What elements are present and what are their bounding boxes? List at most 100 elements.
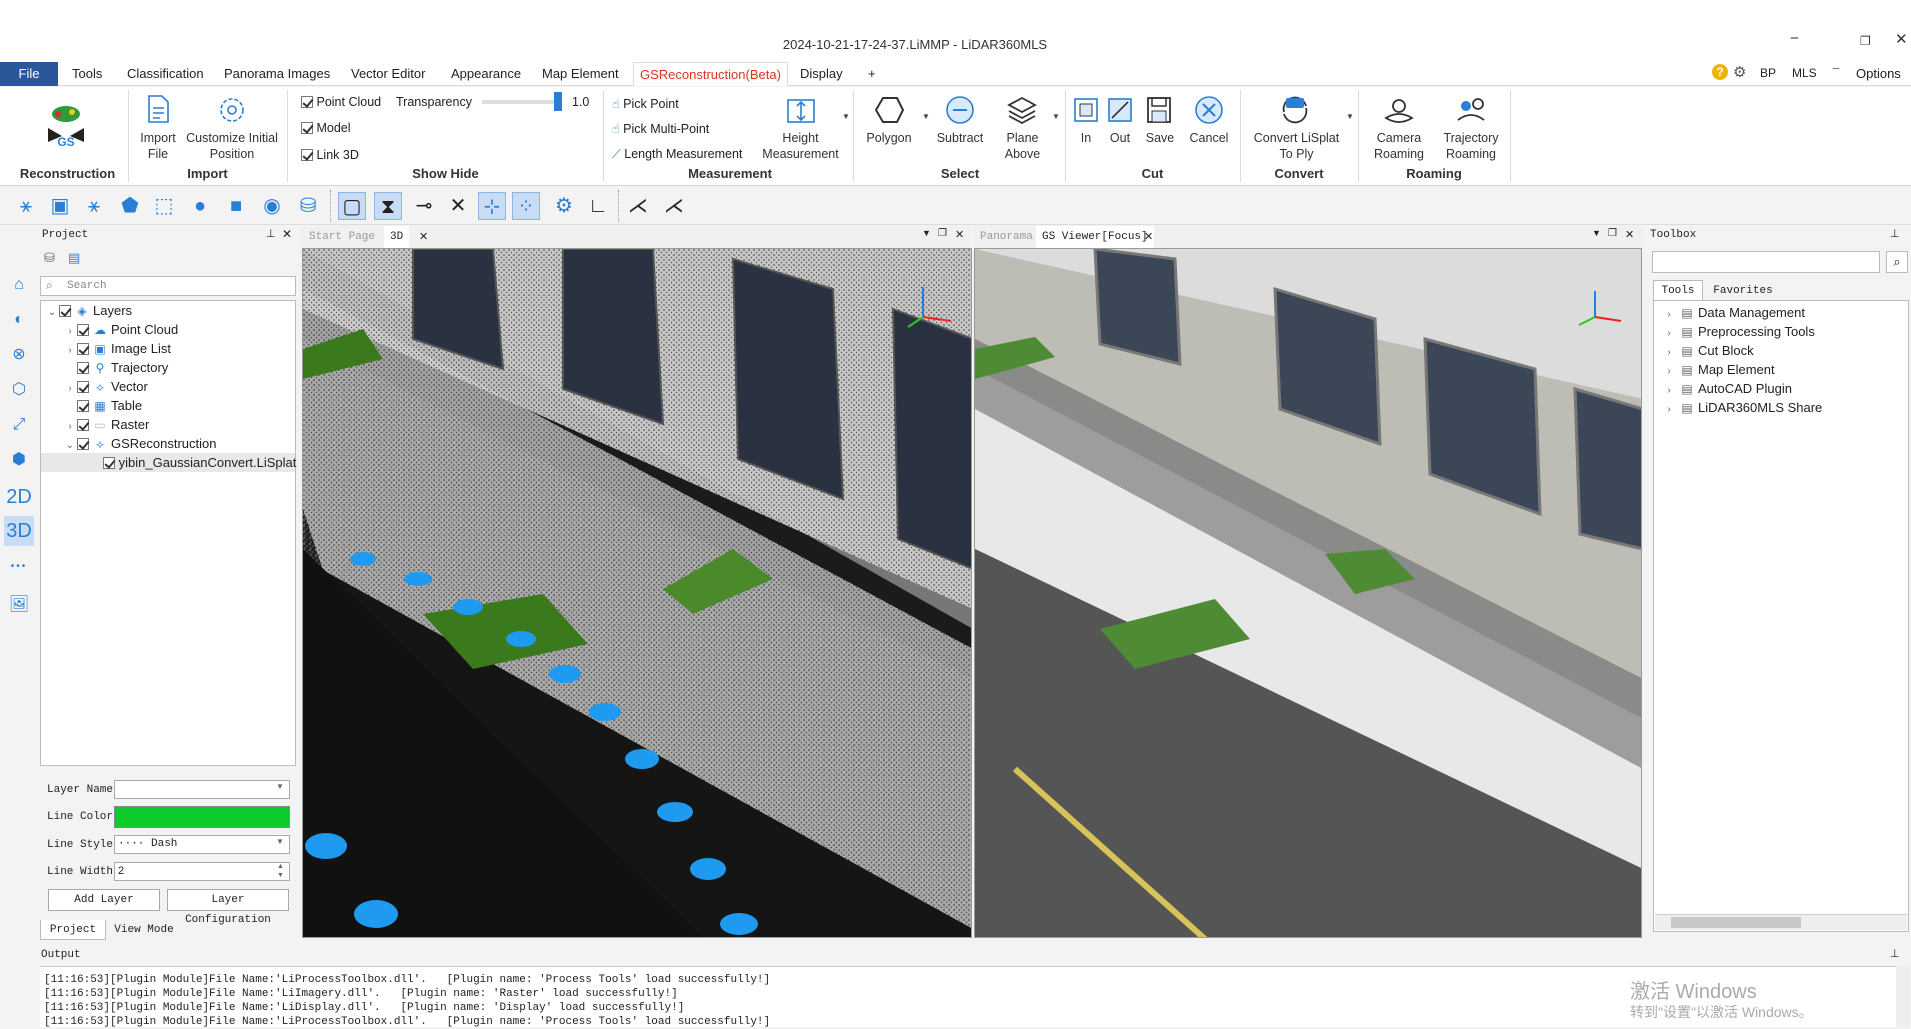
close-tab-icon[interactable]: ✕ xyxy=(419,230,428,243)
tab-tools[interactable]: Tools xyxy=(1653,280,1703,300)
3d-view-button[interactable]: 3D xyxy=(4,516,34,546)
project-close-icon[interactable]: ✕ xyxy=(282,227,292,241)
tab-3d[interactable]: 3D xyxy=(384,226,410,248)
output-vscrollbar[interactable] xyxy=(1896,966,1910,1027)
tab-list-icon[interactable]: ▼ xyxy=(922,228,931,238)
save-icon[interactable] xyxy=(1146,96,1172,124)
plane-above-icon[interactable] xyxy=(1006,94,1038,126)
toolbox-item-data-management[interactable]: › ▤ Data Management xyxy=(1662,303,1822,322)
layer-configuration-button[interactable]: Layer Configuration xyxy=(167,889,289,926)
cut-cancel-button[interactable]: Cancel xyxy=(1184,130,1234,146)
tree-checkbox[interactable] xyxy=(77,362,89,374)
toolbox-item-autocad[interactable]: › ▤ AutoCAD Plugin xyxy=(1662,379,1822,398)
toolbox-hscrollbar[interactable] xyxy=(1655,914,1907,930)
angle-icon[interactable]: ∟ xyxy=(584,192,612,220)
tree-item-vector[interactable]: › ⟡ Vector xyxy=(41,377,295,396)
length-measurement-button[interactable]: ⟋ Length Measurement xyxy=(612,147,742,162)
toolbox-item-cut-block[interactable]: › ▤ Cut Block xyxy=(1662,341,1822,360)
menu-panorama-images[interactable]: Panorama Images xyxy=(218,62,336,86)
restore-button[interactable]: ❐ xyxy=(1860,34,1871,48)
polygon-icon[interactable] xyxy=(873,94,905,126)
import-file-button[interactable]: Import File xyxy=(132,130,184,162)
output-pin-icon[interactable]: ⊥ xyxy=(1890,947,1900,960)
spin-arrows-icon[interactable]: ▲ ▼ xyxy=(277,862,284,880)
menu-file[interactable]: File xyxy=(0,62,58,86)
bp-label[interactable]: BP xyxy=(1760,66,1776,80)
edl-icon[interactable]: ◐ xyxy=(4,305,34,335)
line-color-swatch[interactable] xyxy=(114,806,290,828)
2d-view-button[interactable]: 2D xyxy=(4,482,34,512)
menu-map-element[interactable]: Map Element xyxy=(536,62,625,86)
square-select-icon[interactable]: ■ xyxy=(222,192,250,220)
expand-icon[interactable]: › xyxy=(63,341,77,360)
gear-icon[interactable]: ⚙ xyxy=(1733,63,1746,81)
delete-line-icon[interactable]: ⋌ xyxy=(660,192,688,220)
close-view-icon[interactable]: ✕ xyxy=(955,228,964,241)
menu-appearance[interactable]: Appearance xyxy=(445,62,527,86)
vector-node-icon[interactable]: ⚹ xyxy=(12,192,40,220)
help-icon[interactable]: ? xyxy=(1712,64,1728,80)
toolbox-item-map-element[interactable]: › ▤ Map Element xyxy=(1662,360,1822,379)
tab-gs-viewer[interactable]: GS Viewer[Focus] xyxy=(1036,226,1154,248)
tree-item-point-cloud[interactable]: › ☁ Point Cloud xyxy=(41,320,295,339)
link3d-checkbox[interactable] xyxy=(301,149,313,161)
home-view-icon[interactable]: ⌂ xyxy=(4,270,34,300)
cross-line-icon[interactable]: ✕ xyxy=(444,192,472,220)
cube-view-icon[interactable]: ⬡ xyxy=(4,375,34,405)
tab-favorites[interactable]: Favorites xyxy=(1708,281,1778,301)
transparency-slider[interactable] xyxy=(482,100,562,104)
float-window-icon[interactable]: ❐ xyxy=(938,228,947,239)
close-tab-icon[interactable]: ✕ xyxy=(1144,230,1153,243)
tree-checkbox[interactable] xyxy=(103,457,115,469)
image-view-icon[interactable]: 🖼 xyxy=(4,590,34,620)
menu-display[interactable]: Display xyxy=(794,62,849,86)
tree-checkbox[interactable] xyxy=(77,343,89,355)
collapse-icon[interactable]: ⌄ xyxy=(63,436,77,455)
camera-roaming-icon[interactable] xyxy=(1382,96,1416,124)
toolbox-search-input[interactable] xyxy=(1652,251,1880,273)
scatter-snap-icon[interactable]: ⁘ xyxy=(512,192,540,220)
menu-vector-editor[interactable]: Vector Editor xyxy=(345,62,431,86)
project-pin-icon[interactable]: ⊥ xyxy=(266,227,276,240)
float-window-icon[interactable]: ❐ xyxy=(1608,228,1617,239)
layer-tool-icon[interactable]: ⛁ xyxy=(44,250,55,266)
subtract-icon[interactable] xyxy=(944,94,976,126)
toolbox-item-preprocessing[interactable]: › ▤ Preprocessing Tools xyxy=(1662,322,1822,341)
model-toggle[interactable]: Model xyxy=(301,121,351,135)
search-icon[interactable]: ⌕ xyxy=(1886,251,1908,273)
gs-viewer-view[interactable] xyxy=(974,248,1642,938)
cancel-icon[interactable] xyxy=(1193,94,1225,126)
import-file-icon[interactable] xyxy=(146,94,170,124)
height-measurement-button[interactable]: Height Measurement xyxy=(758,130,843,162)
gear-snap-icon[interactable]: ⚙ xyxy=(550,192,578,220)
subtract-button[interactable]: Subtract xyxy=(930,130,990,146)
camera-roaming-button[interactable]: Camera Roaming xyxy=(1365,130,1433,162)
layer-tool2-icon[interactable]: ▤ xyxy=(68,250,80,266)
more-views-button[interactable]: ••• xyxy=(4,552,34,582)
box-clip-icon[interactable]: ▢ xyxy=(338,192,366,220)
cut-out-icon[interactable] xyxy=(1106,96,1134,124)
tree-item-table[interactable]: ▦ Table xyxy=(41,396,295,415)
customize-position-icon[interactable] xyxy=(218,96,246,124)
convert-lisplat-icon[interactable] xyxy=(1278,94,1312,126)
vector-link-icon[interactable]: ⚹ xyxy=(80,192,108,220)
hourglass-clip-icon[interactable]: ⧗ xyxy=(374,192,402,220)
point-cloud-3d-view[interactable] xyxy=(302,248,972,938)
circle-select-icon[interactable]: ● xyxy=(186,192,214,220)
tab-list-icon[interactable]: ▼ xyxy=(1592,228,1601,238)
search-input[interactable]: Search xyxy=(67,280,107,292)
height-dropdown-icon[interactable]: ▼ xyxy=(842,112,850,121)
tree-item-layers[interactable]: ⌄ ◈ Layers xyxy=(41,301,295,320)
tree-item-trajectory[interactable]: ⚲ Trajectory xyxy=(41,358,295,377)
pentagon-select-icon[interactable]: ⬟ xyxy=(116,192,144,220)
tree-item-lisplat[interactable]: yibin_GaussianConvert.LiSplat xyxy=(41,453,296,472)
fit-view-icon[interactable]: ⤢ xyxy=(4,410,34,440)
collapse-icon[interactable]: ⌄ xyxy=(45,303,59,322)
close-window-button[interactable]: ✕ xyxy=(1895,30,1908,48)
pick-multi-point-button[interactable]: ☝ Pick Multi-Point xyxy=(612,121,709,136)
menu-add-tab[interactable]: + xyxy=(862,62,882,86)
rect-select-icon[interactable]: ⬚ xyxy=(150,192,178,220)
trajectory-roaming-icon[interactable] xyxy=(1454,96,1488,124)
cut-in-button[interactable]: In xyxy=(1070,130,1102,146)
plane-above-dropdown-icon[interactable]: ▼ xyxy=(1052,112,1060,121)
